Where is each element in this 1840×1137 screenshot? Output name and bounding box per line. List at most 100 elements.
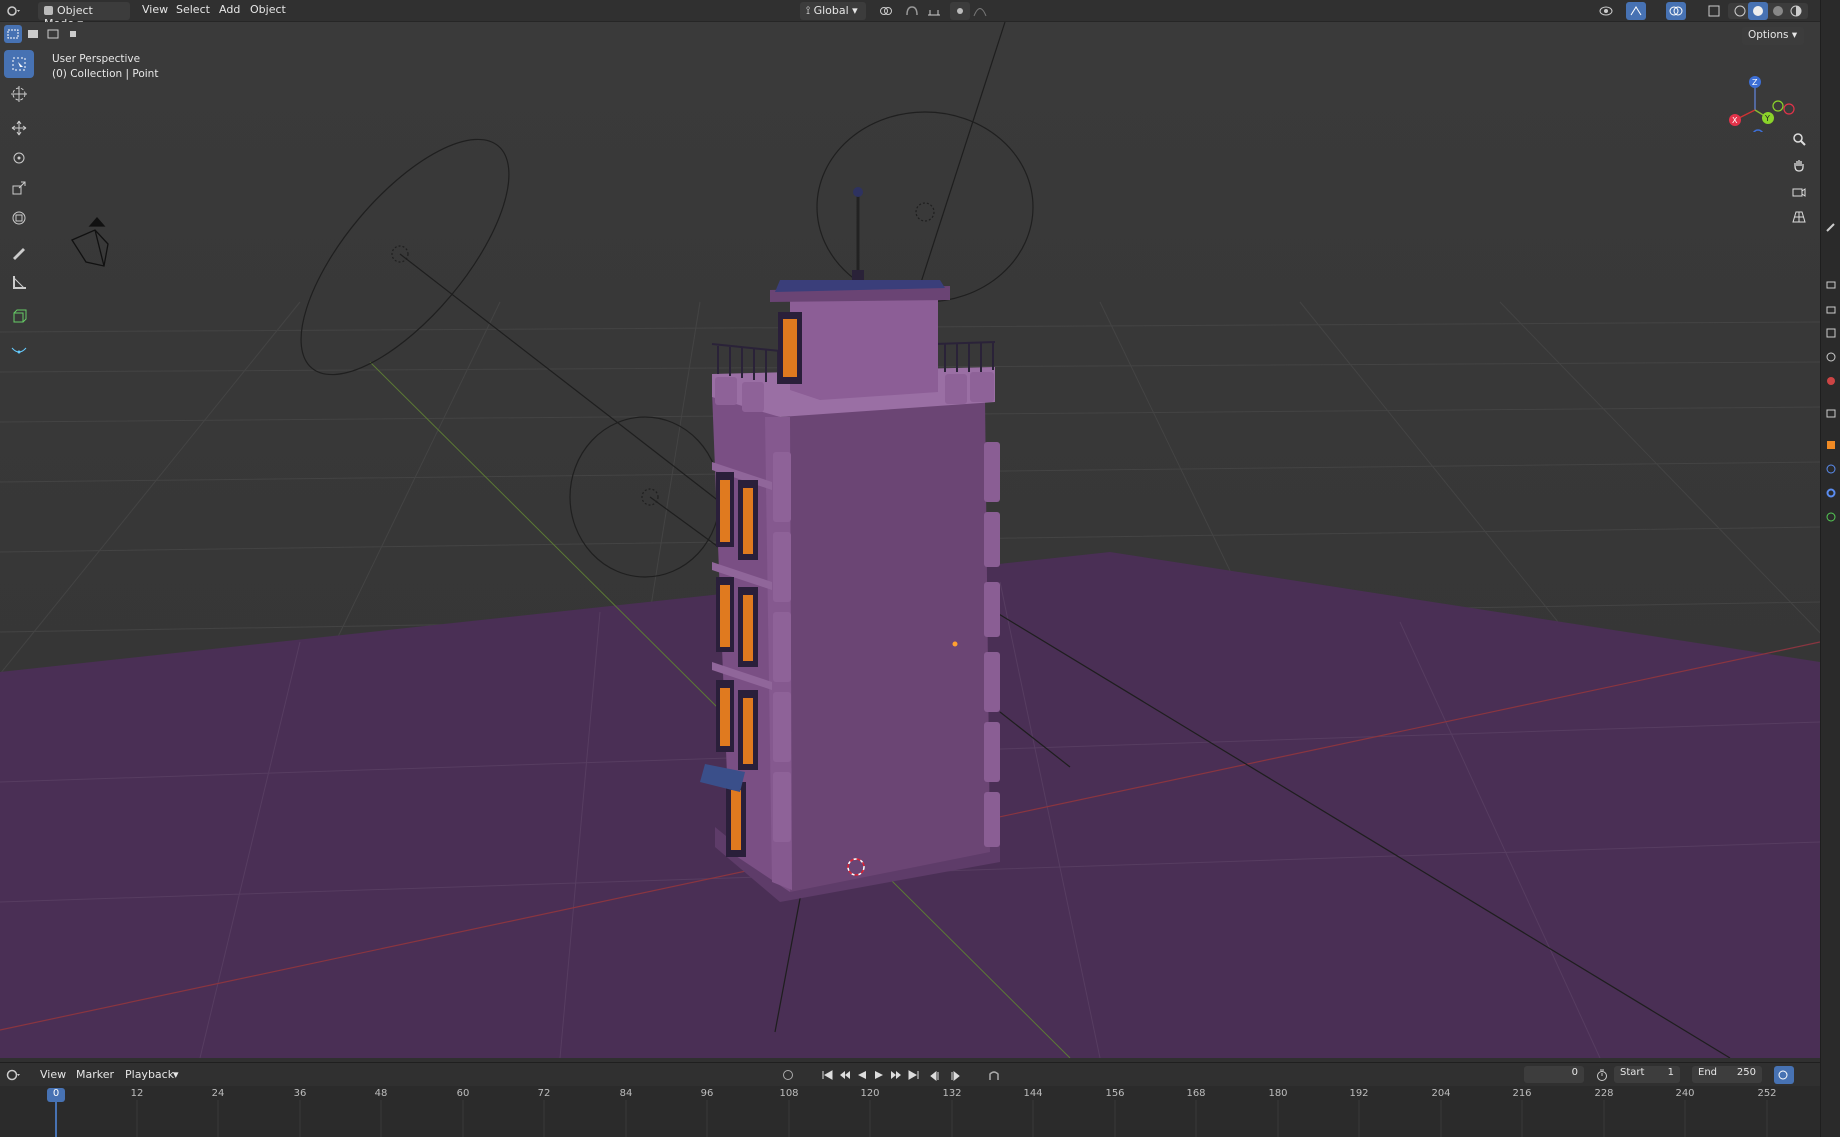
end-label: End [1698, 1067, 1718, 1078]
keying-set-icon[interactable] [984, 1067, 1004, 1085]
snap-icon[interactable] [902, 2, 922, 20]
options-dropdown[interactable]: Options ▾ [1742, 27, 1804, 45]
ruler-tick: 180 [1268, 1088, 1288, 1099]
keyframe-prev-icon[interactable] [926, 1067, 946, 1085]
overlays-toggle-icon[interactable] [1666, 2, 1686, 20]
world-properties-icon[interactable] [1821, 372, 1840, 390]
properties-tab-strip [1820, 0, 1840, 1137]
xray-toggle-icon[interactable] [1704, 2, 1724, 20]
ortho-grid-icon[interactable] [1789, 208, 1809, 226]
collection-label: (0) Collection | Point [52, 68, 159, 80]
jump-start-icon[interactable] [820, 1067, 835, 1083]
auto-keying-icon[interactable] [778, 1066, 798, 1084]
ruler-tick: 132 [942, 1088, 962, 1099]
rotate-tool-icon[interactable] [4, 144, 34, 172]
menu-add[interactable]: Add [219, 3, 240, 16]
falloff-icon[interactable] [970, 2, 990, 20]
select-new-icon[interactable] [4, 25, 22, 43]
timeline-menu-view[interactable]: View [40, 1068, 66, 1081]
add-cube-tool-icon[interactable] [4, 302, 34, 330]
mode-dropdown[interactable]: Object Mode ▾ [38, 2, 130, 30]
object-properties-icon[interactable] [1821, 436, 1840, 454]
ruler-tick: 84 [619, 1088, 633, 1099]
tool-properties-icon[interactable] [1821, 218, 1840, 236]
ruler-tick: 36 [293, 1088, 307, 1099]
gizmo-z-label: Z [1752, 78, 1758, 87]
pivot-point-icon[interactable] [876, 2, 896, 20]
timeline-editor-icon[interactable] [4, 1066, 24, 1084]
object-mode-icon [44, 6, 53, 15]
menu-view[interactable]: View [142, 3, 168, 16]
next-keyframe-icon[interactable] [888, 1067, 903, 1083]
ruler-tick: 228 [1594, 1088, 1614, 1099]
tool-shelf [4, 50, 36, 366]
measure-tool-icon[interactable] [4, 268, 34, 296]
end-value: 250 [1736, 1067, 1756, 1078]
prev-keyframe-icon[interactable] [837, 1067, 852, 1083]
ruler-tick: 216 [1512, 1088, 1532, 1099]
ruler-tick: 168 [1186, 1088, 1206, 1099]
3d-viewport[interactable]: User Perspective (0) Collection | Point … [0, 22, 1820, 1058]
ruler-tick: 240 [1675, 1088, 1695, 1099]
start-frame-field[interactable]: Start 1 [1614, 1066, 1680, 1083]
pan-hand-icon[interactable] [1789, 156, 1809, 174]
ruler-tick: 252 [1757, 1088, 1777, 1099]
timeline-menu-marker[interactable]: Marker [76, 1068, 114, 1081]
stopwatch-icon[interactable] [1592, 1066, 1612, 1084]
playback-controls [820, 1067, 920, 1083]
select-intersect-icon[interactable] [64, 25, 82, 43]
camera-view-icon[interactable] [1789, 182, 1809, 200]
play-icon[interactable] [871, 1067, 886, 1083]
output-properties-icon[interactable] [1821, 300, 1840, 318]
ruler-tick: 24 [211, 1088, 225, 1099]
orientation-dropdown[interactable]: ⟟ Global ▾ [800, 2, 866, 20]
ruler-tick: 48 [374, 1088, 388, 1099]
annotate-tool-icon[interactable] [4, 238, 34, 266]
keyframe-next-icon[interactable] [944, 1067, 964, 1085]
menu-object[interactable]: Object [250, 3, 286, 16]
proportional-edit-icon[interactable] [950, 2, 970, 20]
zoom-icon[interactable] [1789, 130, 1809, 148]
ruler-tick: 192 [1349, 1088, 1369, 1099]
navigation-gizmo[interactable]: Z X Y [1725, 52, 1805, 132]
render-properties-icon[interactable] [1821, 276, 1840, 294]
playback-dropdown-arrow[interactable]: ▾ [173, 1068, 179, 1081]
view-layer-icon[interactable] [1821, 324, 1840, 342]
play-reverse-icon[interactable] [854, 1067, 869, 1083]
timeline-ruler[interactable]: 0 12 24 36 48 60 72 84 96 108 120 132 14… [0, 1086, 1820, 1137]
solid-shading-icon[interactable] [1748, 2, 1768, 20]
timeline-menu-playback[interactable]: Playback [125, 1068, 174, 1081]
physics-properties-icon[interactable] [1821, 460, 1840, 478]
timeline-view-toggle-icon[interactable] [1774, 1066, 1794, 1084]
select-subtract-icon[interactable] [44, 25, 62, 43]
constraint-properties-icon[interactable] [1821, 484, 1840, 502]
collection-properties-icon[interactable] [1821, 404, 1840, 422]
scale-tool-icon[interactable] [4, 174, 34, 202]
gizmo-y-label: Y [1764, 114, 1770, 123]
ruler-lines [47, 1088, 1768, 1137]
jump-end-icon[interactable] [905, 1067, 920, 1083]
ruler-tick: 72 [537, 1088, 551, 1099]
material-shading-icon[interactable] [1768, 2, 1788, 20]
end-frame-field[interactable]: End 250 [1692, 1066, 1762, 1083]
scene-properties-icon[interactable] [1821, 348, 1840, 366]
snap-target-icon[interactable] [924, 2, 944, 20]
data-properties-icon[interactable] [1821, 508, 1840, 526]
wireframe-shading-icon[interactable] [1730, 2, 1750, 20]
move-tool-icon[interactable] [4, 114, 34, 142]
ruler-tick: 156 [1105, 1088, 1125, 1099]
editor-type-icon[interactable] [4, 2, 24, 20]
shear-tool-icon[interactable] [4, 336, 34, 364]
rendered-shading-icon[interactable] [1786, 2, 1806, 20]
select-extend-icon[interactable] [24, 25, 42, 43]
menu-select[interactable]: Select [176, 3, 210, 16]
select-box-tool-icon[interactable] [4, 50, 34, 78]
cursor-tool-icon[interactable] [4, 80, 34, 108]
gizmo-toggle-icon[interactable] [1626, 2, 1646, 20]
orientation-label: Global [813, 4, 849, 17]
current-frame-field[interactable]: 0 [1524, 1066, 1584, 1083]
ruler-tick: 204 [1431, 1088, 1451, 1099]
transform-tool-icon[interactable] [4, 204, 34, 232]
visibility-icon[interactable] [1596, 2, 1616, 20]
ruler-tick: 12 [130, 1088, 144, 1099]
